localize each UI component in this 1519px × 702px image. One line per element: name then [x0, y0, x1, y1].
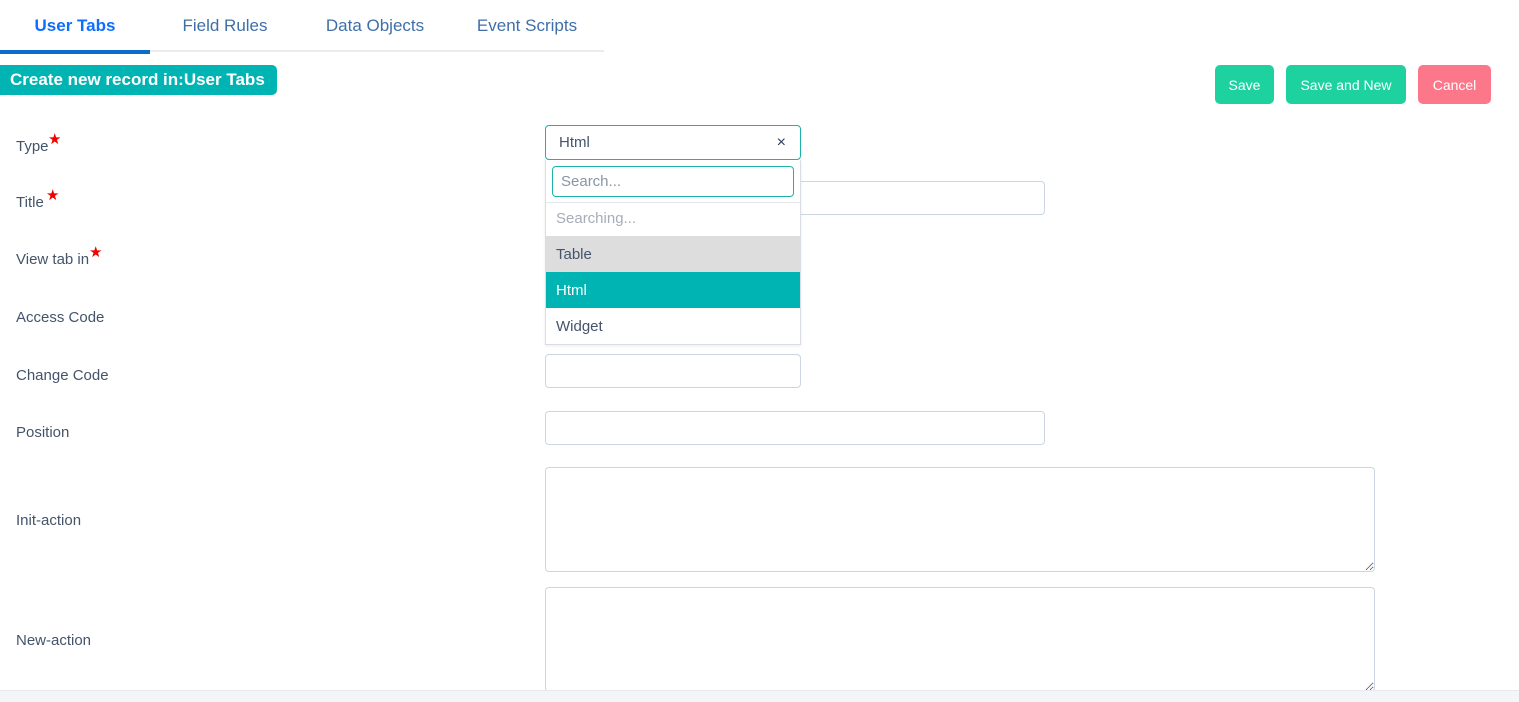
save-and-new-button-label: Save and New [1300, 76, 1392, 93]
search-input[interactable] [552, 166, 794, 197]
record-form: ★ Type ★ Title ★ View tab in Access Code… [0, 110, 1519, 692]
label-new-action: New-action [16, 632, 92, 649]
required-star-type: ★ [48, 131, 62, 148]
save-button[interactable]: Save [1215, 65, 1274, 104]
type-option-table[interactable]: Table [546, 236, 800, 272]
save-and-new-button[interactable]: Save and New [1286, 65, 1406, 104]
label-position: Position [16, 424, 70, 441]
label-view-tab-in: View tab in [16, 251, 90, 268]
search-status-text: Searching... [546, 202, 800, 236]
close-icon[interactable]: × [777, 134, 786, 151]
label-init-action: Init-action [16, 512, 82, 529]
record-title-banner: Create new record in:User Tabs [0, 65, 277, 95]
label-title: Title [16, 194, 44, 211]
type-option-widget[interactable]: Widget [546, 308, 800, 344]
tab-field-rules[interactable]: Field Rules [150, 0, 300, 52]
tab-field-rules-label: Field Rules [182, 16, 268, 35]
tab-event-scripts[interactable]: Event Scripts [450, 0, 604, 52]
tab-data-objects[interactable]: Data Objects [300, 0, 450, 52]
type-select-dropdown: Searching... Table Html Widget [545, 160, 801, 345]
record-title-text: Create new record in:User Tabs [10, 70, 265, 89]
type-select-value: Html [559, 134, 590, 151]
new-action-textarea[interactable] [545, 587, 1375, 692]
change-code-input[interactable] [545, 354, 801, 388]
type-select-box[interactable]: Html × [545, 125, 801, 160]
tab-data-objects-label: Data Objects [325, 16, 425, 35]
type-select-search-wrap [546, 160, 800, 202]
type-option-table-label: Table [556, 245, 592, 263]
tab-user-tabs-label: User Tabs [34, 16, 116, 35]
save-button-label: Save [1228, 76, 1261, 93]
label-access-code: Access Code [16, 309, 105, 326]
required-star-title: ★ [46, 187, 60, 204]
position-input[interactable] [545, 411, 1045, 445]
required-star-view-tab-in: ★ [89, 244, 103, 261]
type-option-html[interactable]: Html [546, 272, 800, 308]
page-footer [0, 690, 1519, 702]
init-action-textarea[interactable] [545, 467, 1375, 572]
tab-event-scripts-label: Event Scripts [476, 16, 578, 35]
cancel-button[interactable]: Cancel [1418, 65, 1491, 104]
tab-strip: User Tabs Field Rules Data Objects Event… [0, 0, 604, 54]
label-type: Type [16, 138, 49, 155]
tab-user-tabs[interactable]: User Tabs [0, 0, 150, 54]
label-change-code: Change Code [16, 367, 109, 384]
type-option-widget-label: Widget [556, 317, 603, 335]
cancel-button-label: Cancel [1432, 76, 1477, 93]
type-option-html-label: Html [556, 281, 587, 299]
